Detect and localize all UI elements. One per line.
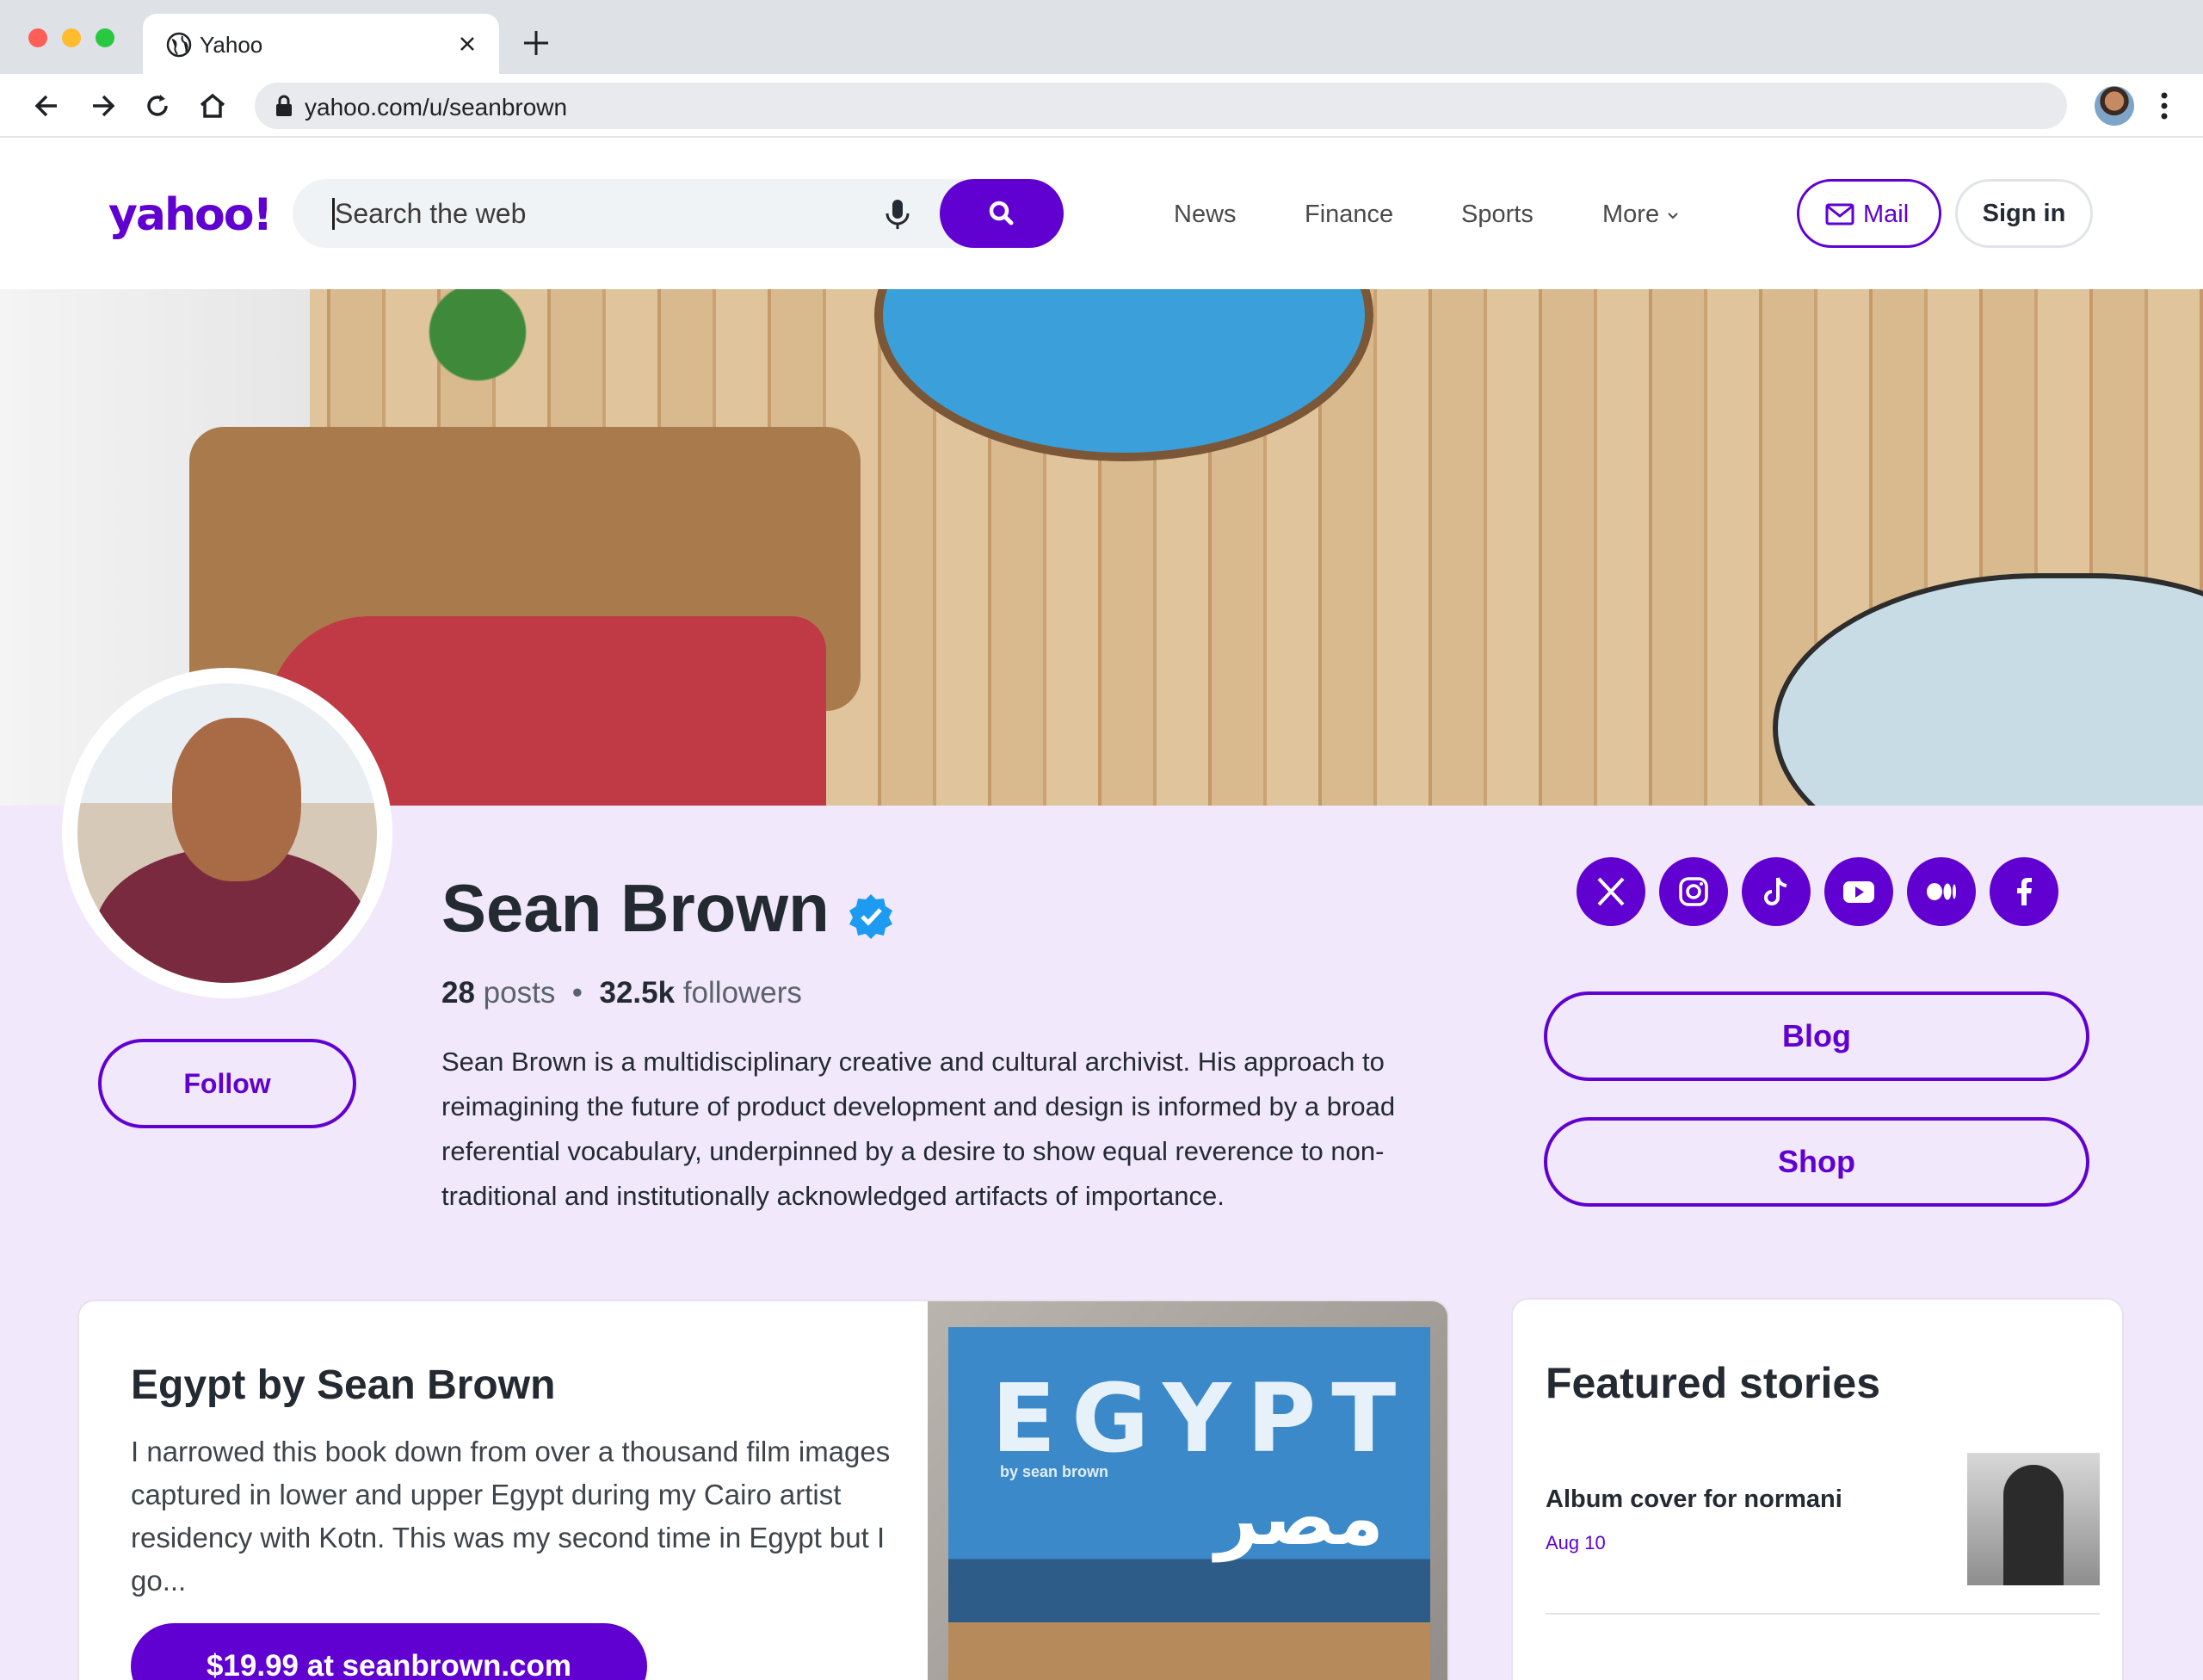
verified-badge-icon (849, 894, 892, 939)
book-cover-arabic: مصر (1215, 1473, 1384, 1562)
tiktok-social-button[interactable] (1742, 857, 1811, 926)
book-cover-subtitle: by sean brown (1000, 1463, 1109, 1480)
globe-icon (166, 32, 192, 58)
banner-patterned-rug (1773, 573, 2203, 806)
lock-icon (276, 95, 292, 116)
featured-stories-card: Featured stories Album cover for normani… (1511, 1298, 2124, 1680)
x-social-button[interactable] (1577, 857, 1645, 926)
window-maximize-button[interactable] (96, 28, 114, 47)
instagram-social-button[interactable] (1659, 857, 1728, 926)
url-text: yahoo.com/u/seanbrown (305, 94, 568, 120)
posts-count: 28 (441, 976, 475, 1010)
address-bar[interactable]: yahoo.com/u/seanbrown (255, 83, 2067, 129)
buy-button[interactable]: $19.99 at seanbrown.com (131, 1623, 647, 1680)
facebook-icon (2017, 878, 2032, 905)
product-description: I narrowed this book down from over a th… (131, 1436, 891, 1597)
medium-social-button[interactable] (1907, 857, 1976, 926)
nav-link-finance[interactable]: Finance (1305, 201, 1393, 229)
product-card[interactable]: Egypt by Sean Brown I narrowed this book… (77, 1300, 1449, 1680)
profile-avatar (77, 683, 377, 983)
nav-link-more[interactable]: More (1602, 201, 1680, 229)
browser-tabstrip: Yahoo (0, 0, 2203, 74)
blog-link-button[interactable]: Blog (1544, 991, 2089, 1081)
posts-label: posts (483, 976, 556, 1010)
mail-button[interactable]: Mail (1797, 179, 1941, 248)
nav-more-label: More (1602, 201, 1660, 228)
reload-icon[interactable] (141, 90, 174, 122)
yahoo-logo[interactable]: yahoo! (108, 189, 273, 241)
search-placeholder: Search the web (332, 198, 526, 230)
followers-count: 32.5k (599, 976, 676, 1010)
new-tab-icon[interactable] (521, 28, 552, 59)
facebook-social-button[interactable] (1990, 857, 2058, 926)
book-cover-title: EGYPT (991, 1363, 1412, 1473)
site-header: yahoo! Search the web News Finance Sport… (0, 138, 2203, 289)
story-title[interactable]: Album cover for normani (1546, 1485, 1842, 1514)
profile-name: Sean Brown (441, 870, 830, 946)
stats-separator: • (564, 976, 591, 1010)
nav-link-sports[interactable]: Sports (1461, 201, 1533, 229)
nav-link-news[interactable]: News (1174, 201, 1237, 229)
story-thumbnail-figure (2003, 1465, 2064, 1585)
search-button[interactable] (940, 179, 1064, 248)
mail-icon (1825, 203, 1854, 225)
profile-stats: 28 posts • 32.5k followers (441, 976, 802, 1010)
window-minimize-button[interactable] (62, 28, 81, 47)
search-icon (989, 201, 1014, 225)
profile-bio: Sean Brown is a multidisciplinary creati… (441, 1047, 1396, 1211)
shop-link-button[interactable]: Shop (1544, 1117, 2089, 1207)
product-title: Egypt by Sean Brown (131, 1362, 556, 1408)
browser-tab[interactable]: Yahoo (143, 14, 499, 74)
tab-title: Yahoo (200, 32, 263, 58)
instagram-icon (1679, 877, 1708, 906)
mail-label: Mail (1863, 201, 1910, 228)
youtube-social-button[interactable] (1824, 857, 1893, 926)
story-divider (1546, 1613, 2100, 1615)
avatar-face (172, 718, 301, 881)
browser-toolbar: yahoo.com/u/seanbrown (0, 74, 2203, 138)
banner-blue-rug (874, 289, 1373, 461)
tab-close-icon[interactable] (454, 31, 480, 57)
banner-plant (404, 289, 551, 392)
window-close-button[interactable] (28, 28, 47, 47)
follow-button[interactable]: Follow (98, 1039, 356, 1128)
x-icon (1597, 877, 1625, 906)
back-arrow-icon[interactable] (31, 90, 64, 122)
sign-in-button[interactable]: Sign in (1955, 179, 2093, 248)
forward-arrow-icon[interactable] (86, 90, 119, 122)
tiktok-icon (1764, 877, 1787, 905)
story-date: Aug 10 (1546, 1532, 1606, 1553)
youtube-icon (1843, 881, 1874, 903)
kebab-menu-icon[interactable] (2151, 90, 2177, 122)
microphone-icon[interactable] (883, 198, 912, 231)
chevron-down-icon (1668, 213, 1678, 219)
featured-stories-title: Featured stories (1546, 1359, 1881, 1407)
book-image: EGYPT by sean brown مصر (928, 1301, 1447, 1680)
story-thumbnail[interactable] (1967, 1453, 2100, 1585)
browser-profile-avatar[interactable] (2095, 86, 2134, 126)
book-cover: EGYPT by sean brown مصر (948, 1327, 1430, 1680)
followers-label: followers (682, 976, 802, 1010)
home-icon[interactable] (196, 90, 229, 122)
medium-icon (1927, 883, 1956, 900)
